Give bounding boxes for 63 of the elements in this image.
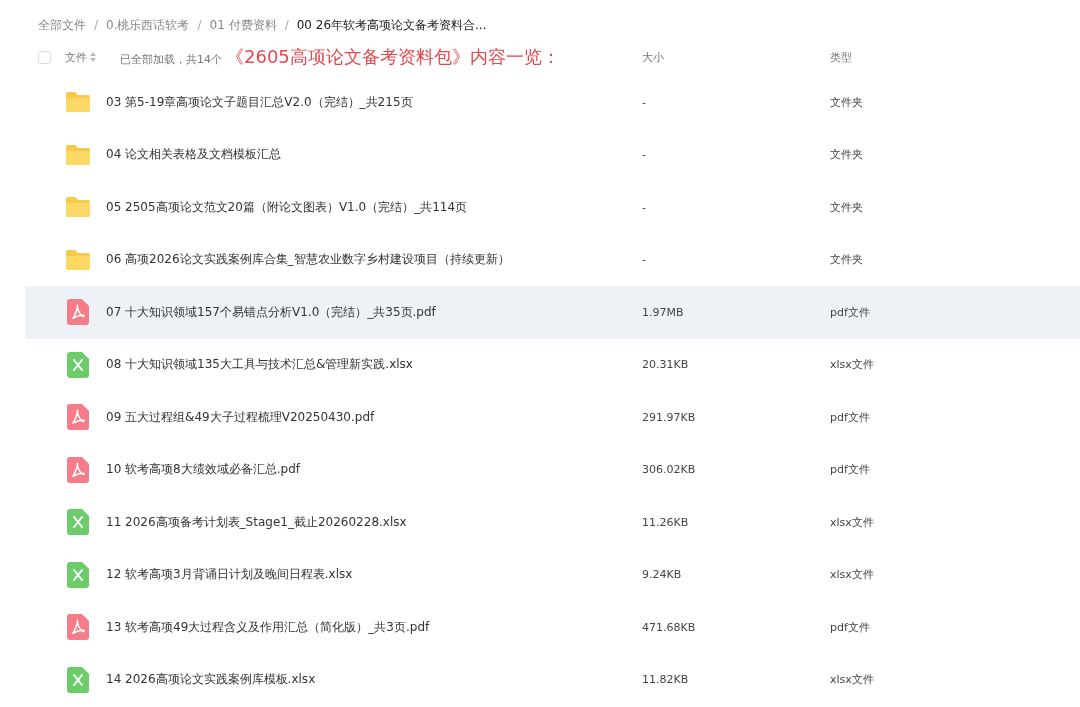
file-size: - (642, 253, 647, 267)
spreadsheet-file-icon (67, 561, 89, 588)
file-type: xlsx文件 (830, 567, 875, 583)
file-size: - (642, 148, 647, 162)
file-type: pdf文件 (830, 409, 871, 425)
file-size: 9.24KB (642, 568, 683, 582)
loaded-status: 已全部加载，共14个 (120, 52, 222, 67)
file-name: 14 2026高项论文实践案例库模板.xlsx (106, 671, 317, 689)
breadcrumb-separator: / (94, 18, 99, 32)
file-size: 306.02KB (642, 463, 697, 477)
pdf-file-icon (67, 404, 89, 431)
file-size: - (642, 95, 647, 109)
file-type: xlsx文件 (830, 514, 875, 530)
file-type: 文件夹 (830, 199, 864, 215)
file-row[interactable]: 07 十大知识领域157个易错点分析V1.0（完结）_共35页.pdf 1.97MB pdf文件 (25, 286, 1080, 339)
file-type: pdf文件 (830, 304, 871, 320)
file-name: 05 2505高项论文范文20篇（附论文图表）V1.0（完结）_共114页 (106, 198, 469, 216)
breadcrumb-link[interactable]: 00 26年软考高项论文备考资料合... (296, 16, 487, 34)
breadcrumb-separator: / (284, 18, 289, 32)
file-name: 06 高项2026论文实践案例库合集_智慧农业数字乡村建设项目（持续更新） (106, 251, 511, 269)
column-header[interactable]: 大小 (642, 49, 830, 65)
column-header[interactable]: 文件 (65, 49, 87, 65)
annotation-title: 《2605高项论文备考资料包》内容一览： (226, 45, 560, 69)
file-size: 11.82KB (642, 673, 690, 687)
file-name: 11 2026高项备考计划表_Stage1_截止20260228.xlsx (106, 513, 408, 531)
folder-icon (65, 91, 91, 114)
file-type: xlsx文件 (830, 672, 875, 688)
file-name: 09 五大过程组&49大子过程梳理V20250430.pdf (106, 408, 376, 426)
pdf-file-icon (67, 299, 89, 326)
spreadsheet-file-icon (67, 666, 89, 693)
breadcrumb-separator: / (197, 18, 202, 32)
file-name: 04 论文相关表格及文档模板汇总 (106, 146, 283, 164)
select-all-checkbox[interactable] (38, 50, 51, 64)
file-name: 03 第5-19章高项论文子题目汇总V2.0（完结）_共215页 (106, 93, 414, 111)
file-name: 13 软考高项49大过程含义及作用汇总（简化版）_共3页.pdf (106, 618, 431, 636)
file-type: 文件夹 (830, 147, 864, 163)
file-type: pdf文件 (830, 462, 871, 478)
file-name: 08 十大知识领域135大工具与技术汇总&管理新实践.xlsx (106, 356, 414, 374)
sort-icon[interactable] (90, 52, 96, 62)
file-type: pdf文件 (830, 619, 871, 635)
breadcrumb-link[interactable]: 0.桃乐西话软考 (106, 16, 190, 34)
file-size: 471.68KB (642, 620, 697, 634)
file-type: 文件夹 (830, 252, 864, 268)
file-size: 20.31KB (642, 358, 690, 372)
file-name: 10 软考高项8大绩效域必备汇总.pdf (106, 461, 302, 479)
folder-icon (65, 143, 91, 166)
column-header[interactable]: 类型 (830, 49, 1080, 65)
breadcrumb-link[interactable]: 01 付费资料 (209, 16, 277, 34)
spreadsheet-file-icon (67, 351, 89, 378)
folder-icon (65, 248, 91, 271)
spreadsheet-file-icon (67, 509, 89, 536)
folder-icon (65, 196, 91, 219)
file-size: - (642, 200, 647, 214)
breadcrumb-link[interactable]: 全部文件 (38, 16, 86, 34)
file-name: 07 十大知识领域157个易错点分析V1.0（完结）_共35页.pdf (106, 303, 437, 321)
pdf-file-icon (67, 614, 89, 641)
file-type: 文件夹 (830, 94, 864, 110)
file-size: 11.26KB (642, 515, 690, 529)
file-size: 1.97MB (642, 305, 685, 319)
file-size: 291.97KB (642, 410, 697, 424)
file-type: xlsx文件 (830, 357, 875, 373)
file-name: 12 软考高项3月背诵日计划及晚间日程表.xlsx (106, 566, 354, 584)
pdf-file-icon (67, 456, 89, 483)
